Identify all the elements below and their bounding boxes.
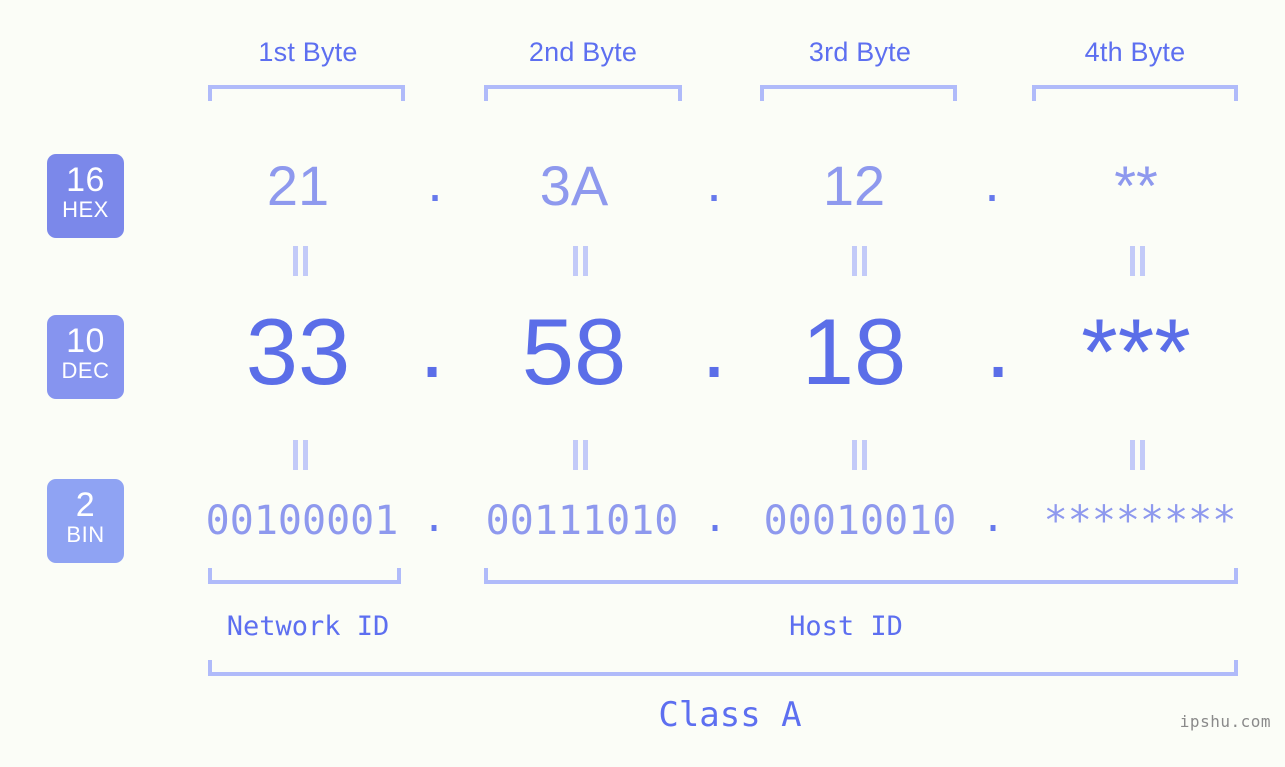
equals-mark-dec-bin-2 (569, 440, 591, 470)
dec-separator-3: . (984, 292, 1012, 397)
byte-bracket-2 (484, 85, 682, 101)
equals-mark-hex-dec-3 (848, 246, 870, 276)
byte-bracket-4 (1032, 85, 1238, 101)
hex-byte-2: 3A (539, 154, 609, 217)
radix-badge-hex-name: HEX (62, 197, 109, 222)
hex-separator-1: . (427, 150, 443, 213)
bin-separator-2: . (702, 495, 728, 541)
byte-header-3: 3rd Byte (808, 37, 912, 67)
host-id-bracket (484, 568, 1238, 584)
byte-header-1: 1st Byte (258, 37, 358, 67)
radix-badge-dec: 10 DEC (47, 315, 124, 399)
equals-mark-hex-dec-1 (289, 246, 311, 276)
equals-mark-dec-bin-1 (289, 440, 311, 470)
dec-byte-4: *** (1081, 299, 1191, 404)
equals-mark-dec-bin-3 (848, 440, 870, 470)
hex-byte-3: 12 (822, 154, 886, 217)
equals-mark-dec-bin-4 (1126, 440, 1148, 470)
radix-badge-dec-name: DEC (61, 358, 110, 383)
byte-header-2: 2nd Byte (528, 37, 638, 67)
network-id-bracket (208, 568, 401, 584)
bin-byte-1: 00100001 (205, 498, 399, 544)
dec-byte-2: 58 (521, 299, 627, 404)
host-id-label: Host ID (789, 611, 903, 642)
bin-byte-2: 00111010 (485, 498, 679, 544)
radix-badge-bin: 2 BIN (47, 479, 124, 563)
network-id-label: Network ID (226, 611, 390, 642)
hex-separator-2: . (706, 150, 722, 213)
dec-separator-1: . (418, 292, 446, 397)
byte-bracket-3 (760, 85, 957, 101)
bin-byte-3: 00010010 (763, 498, 957, 544)
equals-mark-hex-dec-4 (1126, 246, 1148, 276)
radix-badge-bin-name: BIN (66, 522, 105, 547)
class-label: Class A (658, 695, 802, 735)
bin-separator-1: . (421, 495, 447, 541)
hex-byte-1: 21 (266, 154, 330, 217)
hex-separator-3: . (984, 150, 1000, 213)
dec-separator-2: . (700, 292, 728, 397)
radix-badge-dec-number: 10 (66, 322, 105, 360)
radix-badge-hex-number: 16 (66, 161, 105, 199)
bin-separator-3: . (980, 495, 1006, 541)
site-watermark: ipshu.com (1179, 712, 1271, 731)
equals-mark-hex-dec-2 (569, 246, 591, 276)
dec-byte-3: 18 (801, 299, 907, 404)
byte-bracket-1 (208, 85, 405, 101)
ip-byte-diagram: 1st Byte 2nd Byte 3rd Byte 4th Byte 16 H… (0, 0, 1285, 767)
radix-badge-hex: 16 HEX (47, 154, 124, 238)
radix-badge-bin-number: 2 (75, 486, 96, 524)
hex-byte-4: ** (1114, 154, 1158, 217)
dec-byte-1: 33 (245, 299, 351, 404)
byte-header-4: 4th Byte (1084, 37, 1186, 67)
bin-byte-4: ******** (1043, 498, 1237, 544)
class-bracket (208, 660, 1238, 676)
